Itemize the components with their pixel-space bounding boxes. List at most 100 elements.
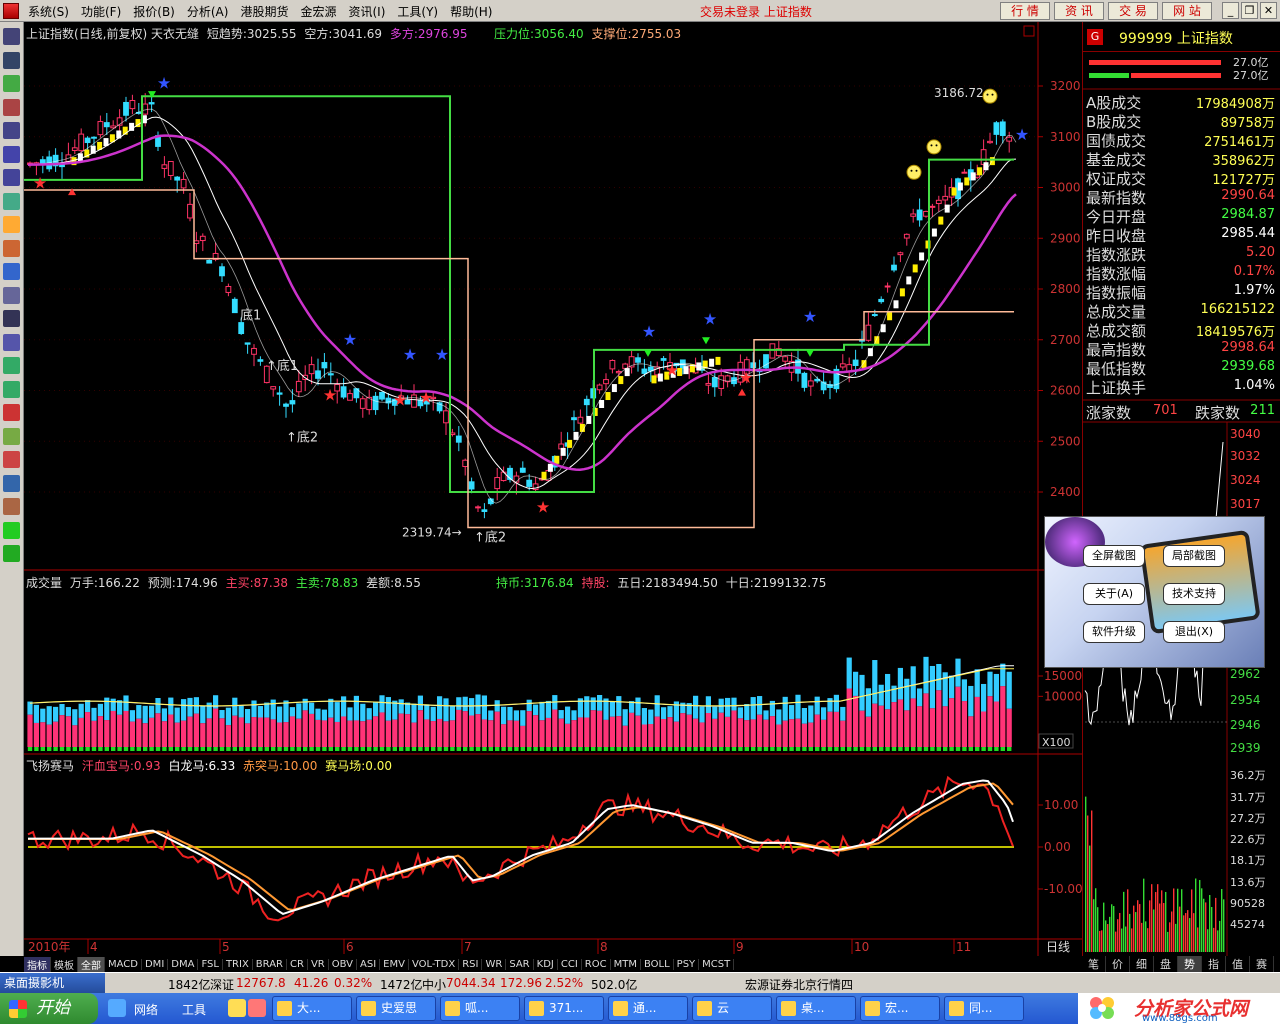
taskbar-task-button[interactable]: 桌...: [776, 996, 856, 1021]
right-tab-1[interactable]: 笔: [1082, 956, 1106, 972]
trade-button[interactable]: 交 易: [1108, 2, 1158, 20]
exit-button[interactable]: 退出(X): [1163, 621, 1225, 643]
right-tab-7[interactable]: 值: [1226, 956, 1250, 972]
indicator-tab-trix[interactable]: TRIX: [223, 958, 253, 970]
toolbar-icon-11[interactable]: [3, 263, 20, 280]
toolbar-icon-15[interactable]: [3, 357, 20, 374]
chart-area[interactable]: 3200 3100 3000 2900 2800 2700 2600 2500 2400 ★ ★ ★ ★…: [24, 22, 1082, 956]
toolbar-icon-20[interactable]: [3, 474, 20, 492]
screenshot-tool-popup[interactable]: 全屏截图 局部截图 关于(A) 技术支持 软件升级 退出(X): [1044, 516, 1265, 668]
menu-help[interactable]: 帮助(H): [444, 3, 498, 20]
menu-analysis[interactable]: 分析(A): [181, 3, 235, 20]
right-tab-6[interactable]: 指: [1202, 956, 1226, 972]
desktop-camera-label[interactable]: 桌面摄影机: [0, 973, 105, 994]
toolbar-icon-3[interactable]: [3, 75, 20, 92]
toolbar-icon-7[interactable]: [3, 169, 20, 186]
toolbar-icon-14[interactable]: [3, 333, 20, 351]
app-icon[interactable]: [3, 3, 19, 19]
indicator-tab-模板[interactable]: 模板: [51, 956, 78, 972]
right-tab-5[interactable]: 势: [1178, 956, 1202, 972]
folder-icon[interactable]: [228, 999, 246, 1017]
indicator-tab-dma[interactable]: DMA: [168, 958, 199, 970]
toolbar-icon-13[interactable]: [3, 310, 20, 327]
toolbar-icon-8[interactable]: [3, 192, 20, 210]
about-button[interactable]: 关于(A): [1083, 583, 1145, 605]
trend-block: [957, 182, 963, 191]
toolbar-icon-21[interactable]: [3, 498, 20, 515]
menu-jinhongyuan[interactable]: 金宏源: [294, 3, 342, 20]
indicator-tab-rsi[interactable]: RSI: [459, 958, 483, 970]
ie-icon[interactable]: [108, 999, 126, 1017]
indicator-tab-psy[interactable]: PSY: [674, 958, 700, 970]
info-button[interactable]: 资 讯: [1054, 2, 1104, 20]
indicator-tab-全部[interactable]: 全部: [78, 956, 105, 972]
taskbar-task-button[interactable]: 通...: [608, 996, 688, 1021]
toolbar-icon-4[interactable]: [3, 98, 20, 116]
indicator-tab-fsl[interactable]: FSL: [198, 958, 223, 970]
app-quick-icon[interactable]: [248, 999, 266, 1017]
menu-system[interactable]: 系统(S): [22, 3, 75, 20]
kline-chart[interactable]: 3200 3100 3000 2900 2800 2700 2600 2500 2400 ★ ★ ★ ★…: [24, 22, 1082, 956]
toolbar-icon-12[interactable]: [3, 286, 20, 304]
toolbar-icon-22[interactable]: [3, 521, 20, 539]
toolbar-icon-6[interactable]: [3, 145, 20, 163]
indicator-tab-wr[interactable]: WR: [482, 958, 507, 970]
indicator-tab-brar[interactable]: BRAR: [253, 958, 287, 970]
volume-bar-upper: [475, 694, 481, 715]
indicator-tab-vr[interactable]: VR: [308, 958, 329, 970]
toolbar-icon-19[interactable]: [3, 451, 20, 468]
toolbar-icon-9[interactable]: [3, 216, 20, 233]
indicator-tab-cr[interactable]: CR: [287, 958, 308, 970]
indicator-tab-macd[interactable]: MACD: [105, 958, 142, 970]
indicator-tab-vol-tdx[interactable]: VOL-TDX: [409, 958, 460, 970]
menu-quote[interactable]: 报价(B): [127, 3, 181, 20]
menu-tools[interactable]: 工具(Y): [391, 3, 444, 20]
taskbar-task-button[interactable]: 呱...: [440, 996, 520, 1021]
menu-hk-futures[interactable]: 港股期货: [234, 3, 294, 20]
toolbar-icon-1[interactable]: [3, 28, 20, 45]
right-tab-2[interactable]: 价: [1106, 956, 1130, 972]
website-button[interactable]: 网 站: [1162, 2, 1212, 20]
toolbar-icon-5[interactable]: [3, 122, 20, 139]
right-tab-8[interactable]: 赛: [1250, 956, 1274, 972]
fullscreen-capture-button[interactable]: 全屏截图: [1083, 545, 1145, 567]
indicator-tab-obv[interactable]: OBV: [329, 958, 357, 970]
quicklaunch-network[interactable]: 网络: [134, 1001, 158, 1018]
indicator-tab-mcst[interactable]: MCST: [699, 958, 735, 970]
menu-function[interactable]: 功能(F): [75, 3, 127, 20]
tech-support-button[interactable]: 技术支持: [1163, 583, 1225, 605]
region-capture-button[interactable]: 局部截图: [1163, 545, 1225, 567]
taskbar-task-button[interactable]: 宏...: [860, 996, 940, 1021]
upgrade-button[interactable]: 软件升级: [1083, 621, 1145, 643]
right-tab-4[interactable]: 盘: [1154, 956, 1178, 972]
close-icon[interactable]: ✕: [1260, 2, 1277, 19]
indicator-tab-roc[interactable]: ROC: [582, 958, 611, 970]
quicklaunch-tools[interactable]: 工具: [182, 1001, 206, 1018]
indicator-tab-cci[interactable]: CCI: [558, 958, 582, 970]
volume-bar-lower: [513, 720, 519, 747]
restore-icon[interactable]: ❐: [1241, 2, 1258, 19]
taskbar-task-button[interactable]: 371...: [524, 996, 604, 1021]
toolbar-icon-10[interactable]: [3, 239, 20, 257]
minimize-icon[interactable]: _: [1222, 2, 1239, 19]
indicator-tab-emv[interactable]: EMV: [380, 958, 409, 970]
toolbar-icon-2[interactable]: [3, 51, 20, 69]
toolbar-icon-17[interactable]: [3, 404, 20, 421]
taskbar-task-button[interactable]: 大...: [272, 996, 352, 1021]
indicator-tab-指标[interactable]: 指标: [24, 956, 51, 972]
toolbar-icon-18[interactable]: [3, 427, 20, 445]
indicator-tab-dmi[interactable]: DMI: [142, 958, 169, 970]
menu-info[interactable]: 资讯(I): [342, 3, 391, 20]
taskbar-task-button[interactable]: 史爱思: [356, 996, 436, 1021]
taskbar-task-button[interactable]: 云: [692, 996, 772, 1021]
taskbar-task-button[interactable]: 同...: [944, 996, 1024, 1021]
indicator-tab-mtm[interactable]: MTM: [611, 958, 641, 970]
indicator-tab-sar[interactable]: SAR: [506, 958, 534, 970]
indicator-tab-boll[interactable]: BOLL: [641, 958, 674, 970]
toolbar-icon-23[interactable]: [3, 545, 20, 562]
toolbar-icon-16[interactable]: [3, 380, 20, 398]
quote-button[interactable]: 行 情: [1000, 2, 1050, 20]
right-tab-3[interactable]: 细: [1130, 956, 1154, 972]
indicator-tab-kdj[interactable]: KDJ: [534, 958, 558, 970]
indicator-tab-asi[interactable]: ASI: [357, 958, 381, 970]
